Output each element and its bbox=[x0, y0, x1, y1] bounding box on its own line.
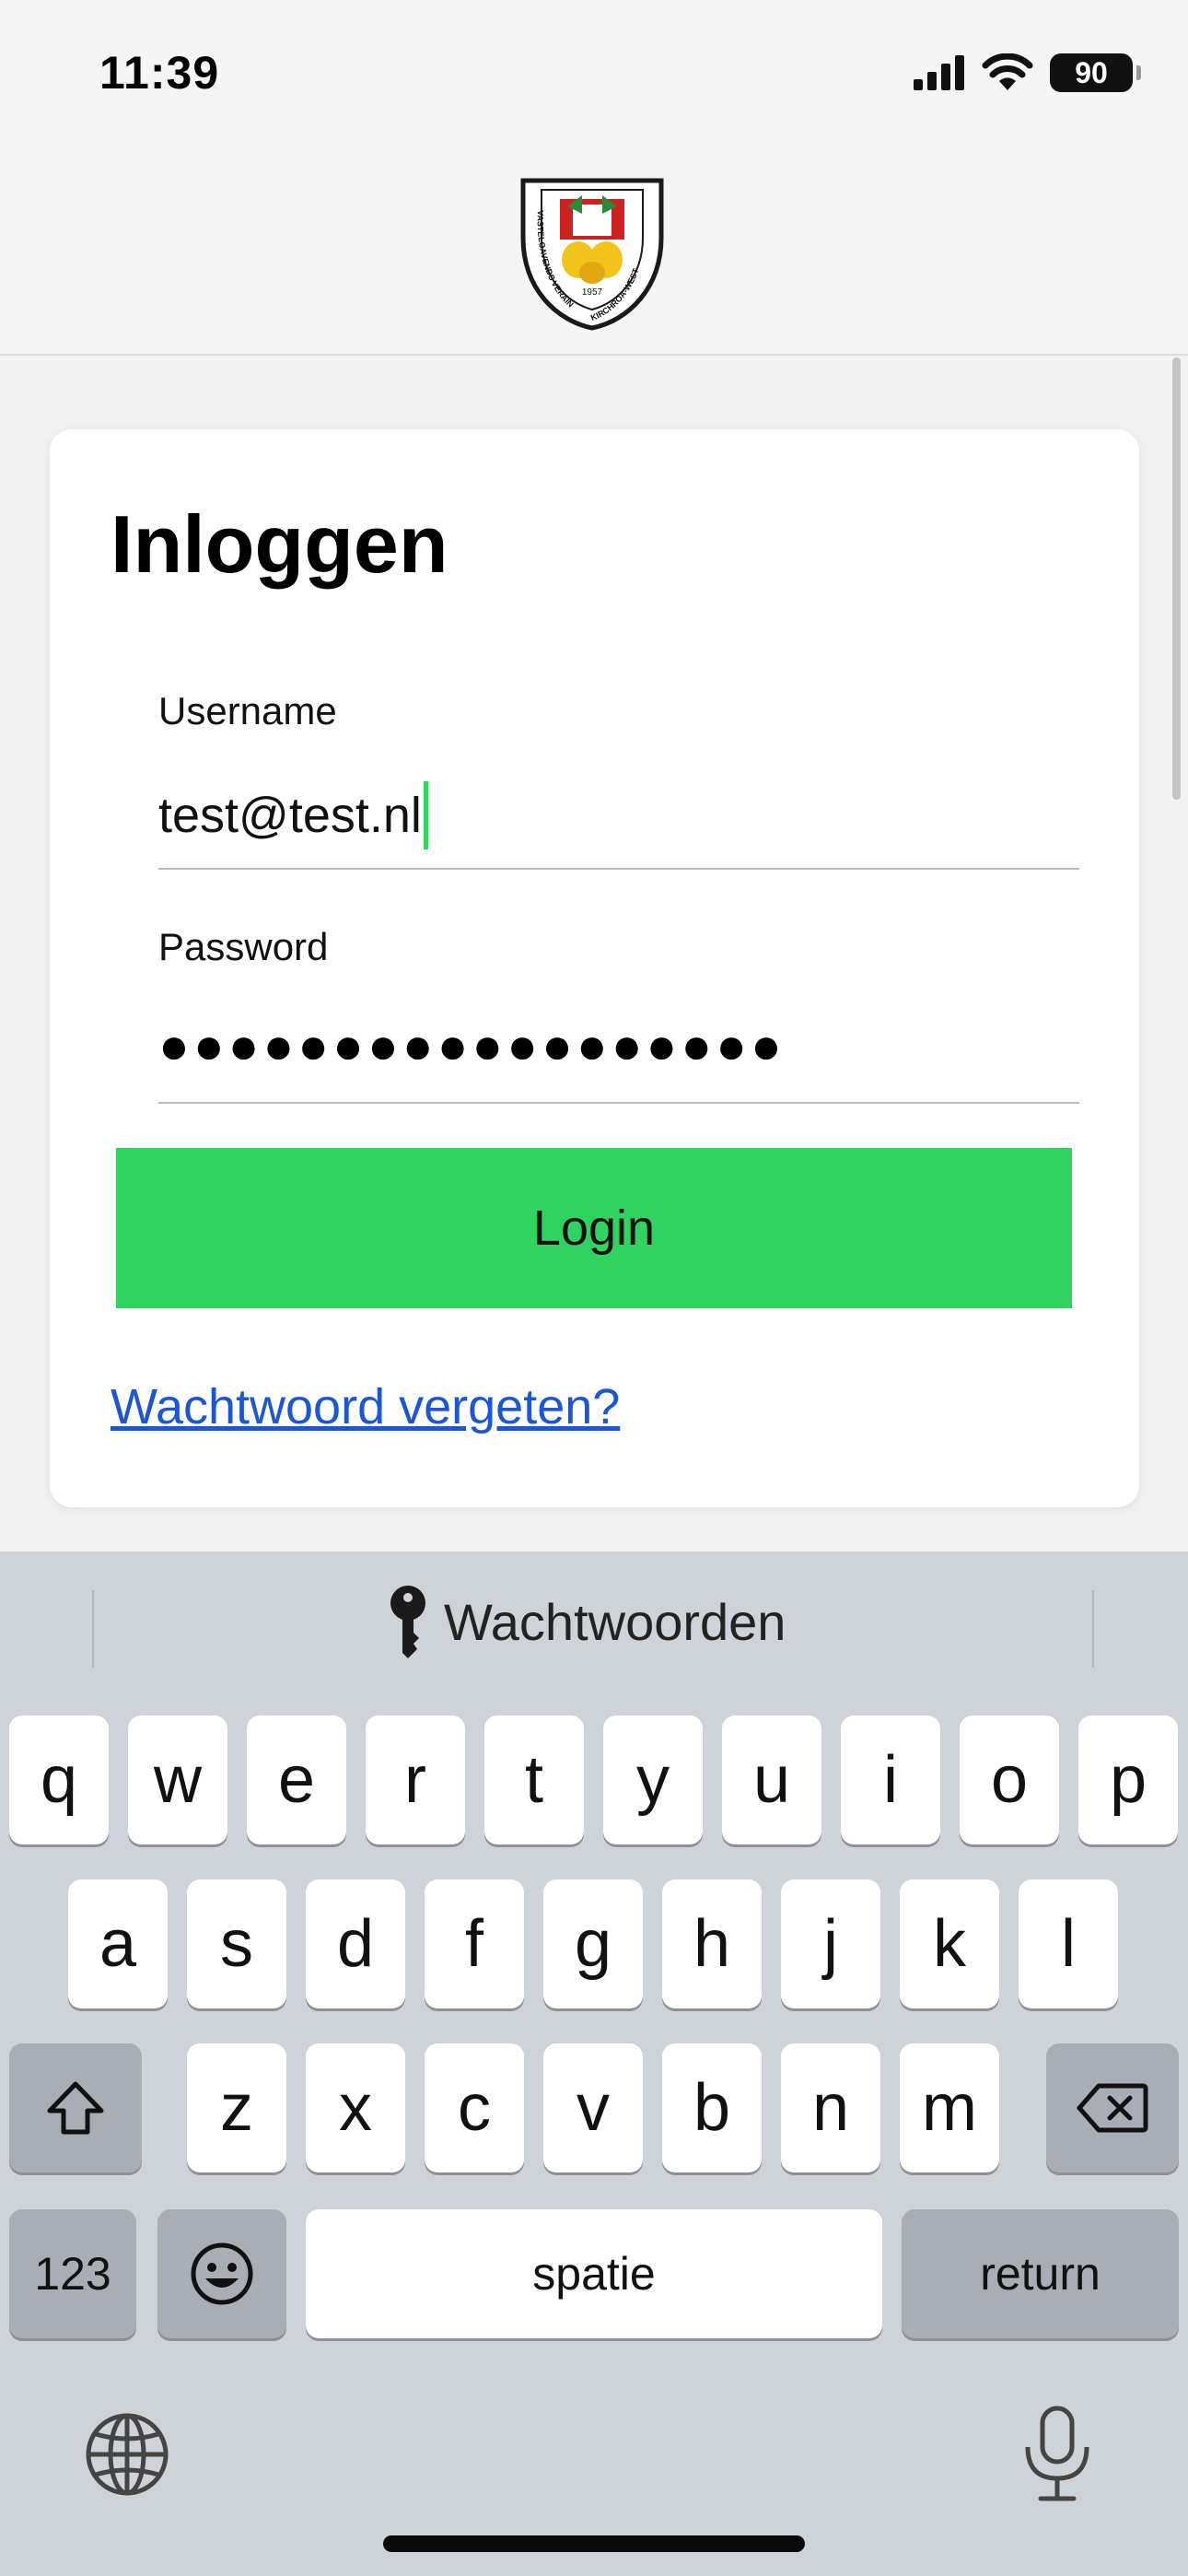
main-content: Inloggen Username test@test.nl Password … bbox=[0, 356, 1188, 1551]
username-value: test@test.nl bbox=[158, 788, 422, 843]
battery-level: 90 bbox=[1075, 55, 1108, 89]
home-indicator[interactable] bbox=[383, 2535, 805, 2552]
key-j[interactable]: j bbox=[781, 1879, 880, 2008]
app-header: 1957 VASTELOAVENDS VERAIN KIRCHROA-WEST bbox=[0, 147, 1188, 356]
passwords-suggestion-label: Wachtwoorden bbox=[444, 1592, 786, 1651]
emoji-icon bbox=[191, 2242, 253, 2305]
key-a[interactable]: a bbox=[68, 1879, 168, 2008]
key-r[interactable]: r bbox=[366, 1715, 465, 1844]
key-w[interactable]: w bbox=[128, 1715, 227, 1844]
key-k[interactable]: k bbox=[900, 1879, 999, 2008]
login-button[interactable]: Login bbox=[116, 1148, 1072, 1308]
text-caret bbox=[423, 781, 428, 849]
key-icon bbox=[390, 1586, 425, 1658]
key-s[interactable]: s bbox=[187, 1879, 286, 2008]
username-label: Username bbox=[158, 689, 337, 732]
keyboard-suggestion-bar: Wachtwoorden bbox=[0, 1551, 1188, 1708]
password-field[interactable]: ●●●●●●●●●●●●●●●●●● bbox=[158, 1015, 786, 1075]
backspace-icon bbox=[1077, 2083, 1148, 2133]
key-u[interactable]: u bbox=[722, 1715, 821, 1844]
signal-icon bbox=[914, 55, 964, 90]
username-underline bbox=[158, 868, 1079, 870]
key-x[interactable]: x bbox=[306, 2043, 405, 2172]
page-title: Inloggen bbox=[111, 498, 448, 590]
key-y[interactable]: y bbox=[603, 1715, 703, 1844]
key-i[interactable]: i bbox=[841, 1715, 940, 1844]
scrollbar[interactable] bbox=[1172, 357, 1181, 800]
key-v[interactable]: v bbox=[543, 2043, 643, 2172]
microphone-icon[interactable] bbox=[1020, 2405, 1094, 2502]
key-l[interactable]: l bbox=[1019, 1879, 1118, 2008]
key-b[interactable]: b bbox=[662, 2043, 762, 2172]
key-n[interactable]: n bbox=[781, 2043, 880, 2172]
key-t[interactable]: t bbox=[484, 1715, 584, 1844]
key-q[interactable]: q bbox=[9, 1715, 109, 1844]
key-o[interactable]: o bbox=[960, 1715, 1059, 1844]
key-f[interactable]: f bbox=[425, 1879, 524, 2008]
keyboard: Wachtwoorden q w e r t y u i o p a s d f… bbox=[0, 1551, 1188, 2576]
return-key[interactable]: return bbox=[902, 2209, 1179, 2338]
shift-icon bbox=[47, 2081, 104, 2135]
passwords-suggestion[interactable]: Wachtwoorden bbox=[387, 1585, 786, 1658]
suggestion-divider bbox=[92, 1590, 94, 1668]
status-time: 11:39 bbox=[99, 47, 220, 99]
status-bar: 11:39 90 bbox=[0, 0, 1188, 147]
emoji-key[interactable] bbox=[157, 2209, 286, 2338]
forgot-password-link[interactable]: Wachtwoord vergeten? bbox=[111, 1378, 620, 1435]
space-key[interactable]: spatie bbox=[306, 2209, 882, 2338]
key-m[interactable]: m bbox=[900, 2043, 999, 2172]
battery-indicator: 90 bbox=[1050, 53, 1141, 92]
numbers-key[interactable]: 123 bbox=[9, 2209, 136, 2338]
svg-text:1957: 1957 bbox=[582, 287, 603, 298]
globe-icon[interactable] bbox=[85, 2412, 169, 2497]
password-underline bbox=[158, 1102, 1079, 1104]
suggestion-divider bbox=[1092, 1590, 1094, 1668]
key-z[interactable]: z bbox=[187, 2043, 286, 2172]
wifi-icon bbox=[982, 53, 1033, 90]
shift-key[interactable] bbox=[9, 2043, 142, 2172]
key-c[interactable]: c bbox=[425, 2043, 524, 2172]
club-logo: 1957 VASTELOAVENDS VERAIN KIRCHROA-WEST bbox=[520, 178, 664, 331]
key-p[interactable]: p bbox=[1078, 1715, 1178, 1844]
status-icons: 90 bbox=[914, 53, 1141, 92]
password-label: Password bbox=[158, 925, 329, 968]
key-e[interactable]: e bbox=[247, 1715, 346, 1844]
login-card: Inloggen Username test@test.nl Password … bbox=[50, 429, 1139, 1507]
key-d[interactable]: d bbox=[306, 1879, 405, 2008]
key-g[interactable]: g bbox=[543, 1879, 643, 2008]
delete-key[interactable] bbox=[1046, 2043, 1179, 2172]
username-field[interactable]: test@test.nl bbox=[158, 781, 428, 849]
key-h[interactable]: h bbox=[662, 1879, 762, 2008]
